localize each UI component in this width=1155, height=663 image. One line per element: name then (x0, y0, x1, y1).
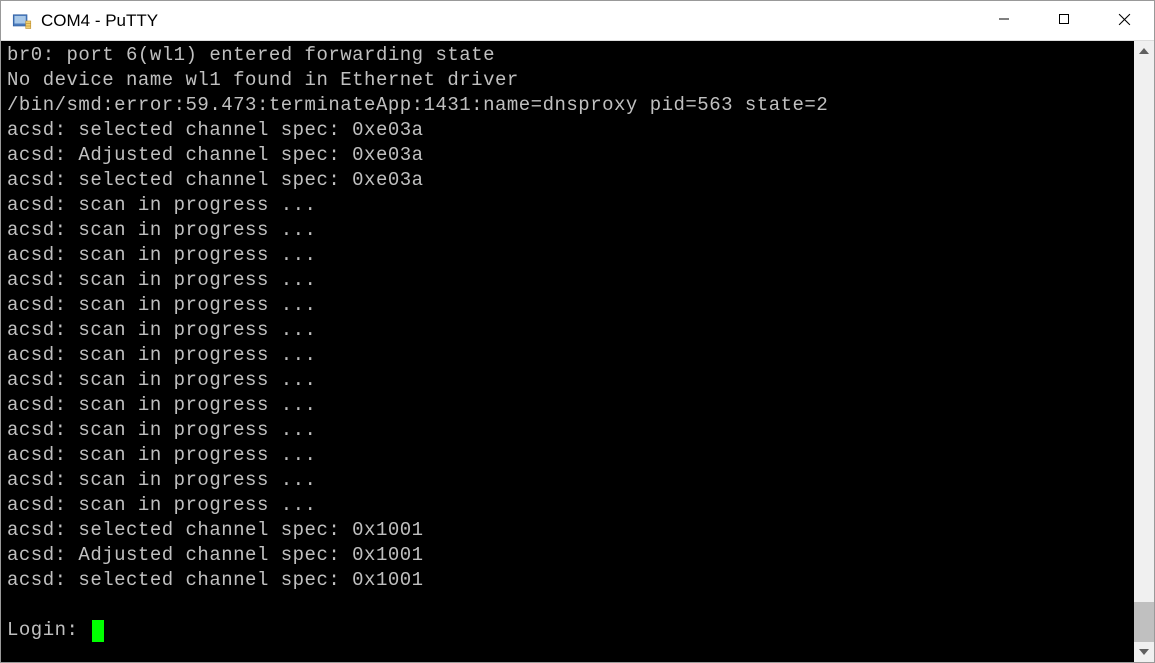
terminal-line: acsd: selected channel spec: 0x1001 (7, 518, 1134, 543)
login-prompt[interactable]: Login: (7, 618, 1134, 643)
terminal-line (7, 593, 1134, 618)
terminal-line: acsd: selected channel spec: 0x1001 (7, 568, 1134, 593)
scroll-thumb[interactable] (1134, 602, 1154, 642)
close-button[interactable] (1094, 1, 1154, 40)
terminal-line: acsd: Adjusted channel spec: 0xe03a (7, 143, 1134, 168)
window-title: COM4 - PuTTY (41, 11, 974, 31)
terminal-line: acsd: scan in progress ... (7, 418, 1134, 443)
terminal-line: acsd: Adjusted channel spec: 0x1001 (7, 543, 1134, 568)
terminal-line: acsd: scan in progress ... (7, 218, 1134, 243)
scroll-track[interactable] (1134, 61, 1154, 642)
terminal-line: acsd: scan in progress ... (7, 443, 1134, 468)
terminal-line: br0: port 6(wl1) entered forwarding stat… (7, 43, 1134, 68)
putty-app-icon (11, 10, 33, 32)
terminal-container: br0: port 6(wl1) entered forwarding stat… (1, 41, 1154, 662)
terminal-line: acsd: scan in progress ... (7, 293, 1134, 318)
terminal-line: acsd: scan in progress ... (7, 343, 1134, 368)
minimize-button[interactable] (974, 1, 1034, 40)
maximize-icon (1058, 13, 1070, 28)
terminal-line: acsd: scan in progress ... (7, 393, 1134, 418)
prompt-text: Login: (7, 618, 90, 643)
terminal-line: acsd: scan in progress ... (7, 318, 1134, 343)
minimize-icon (998, 13, 1010, 28)
close-icon (1118, 13, 1131, 29)
terminal-cursor (92, 620, 104, 642)
terminal-output[interactable]: br0: port 6(wl1) entered forwarding stat… (1, 41, 1134, 662)
terminal-line: acsd: selected channel spec: 0xe03a (7, 118, 1134, 143)
terminal-line: No device name wl1 found in Ethernet dri… (7, 68, 1134, 93)
maximize-button[interactable] (1034, 1, 1094, 40)
vertical-scrollbar[interactable] (1134, 41, 1154, 662)
terminal-line: acsd: selected channel spec: 0xe03a (7, 168, 1134, 193)
terminal-line: acsd: scan in progress ... (7, 493, 1134, 518)
scroll-down-arrow-icon[interactable] (1134, 642, 1154, 662)
terminal-line: acsd: scan in progress ... (7, 468, 1134, 493)
terminal-line: acsd: scan in progress ... (7, 368, 1134, 393)
window-controls (974, 1, 1154, 40)
scroll-up-arrow-icon[interactable] (1134, 41, 1154, 61)
window-titlebar: COM4 - PuTTY (1, 1, 1154, 41)
terminal-line: acsd: scan in progress ... (7, 268, 1134, 293)
terminal-line: acsd: scan in progress ... (7, 243, 1134, 268)
terminal-line: acsd: scan in progress ... (7, 193, 1134, 218)
terminal-line: /bin/smd:error:59.473:terminateApp:1431:… (7, 93, 1134, 118)
